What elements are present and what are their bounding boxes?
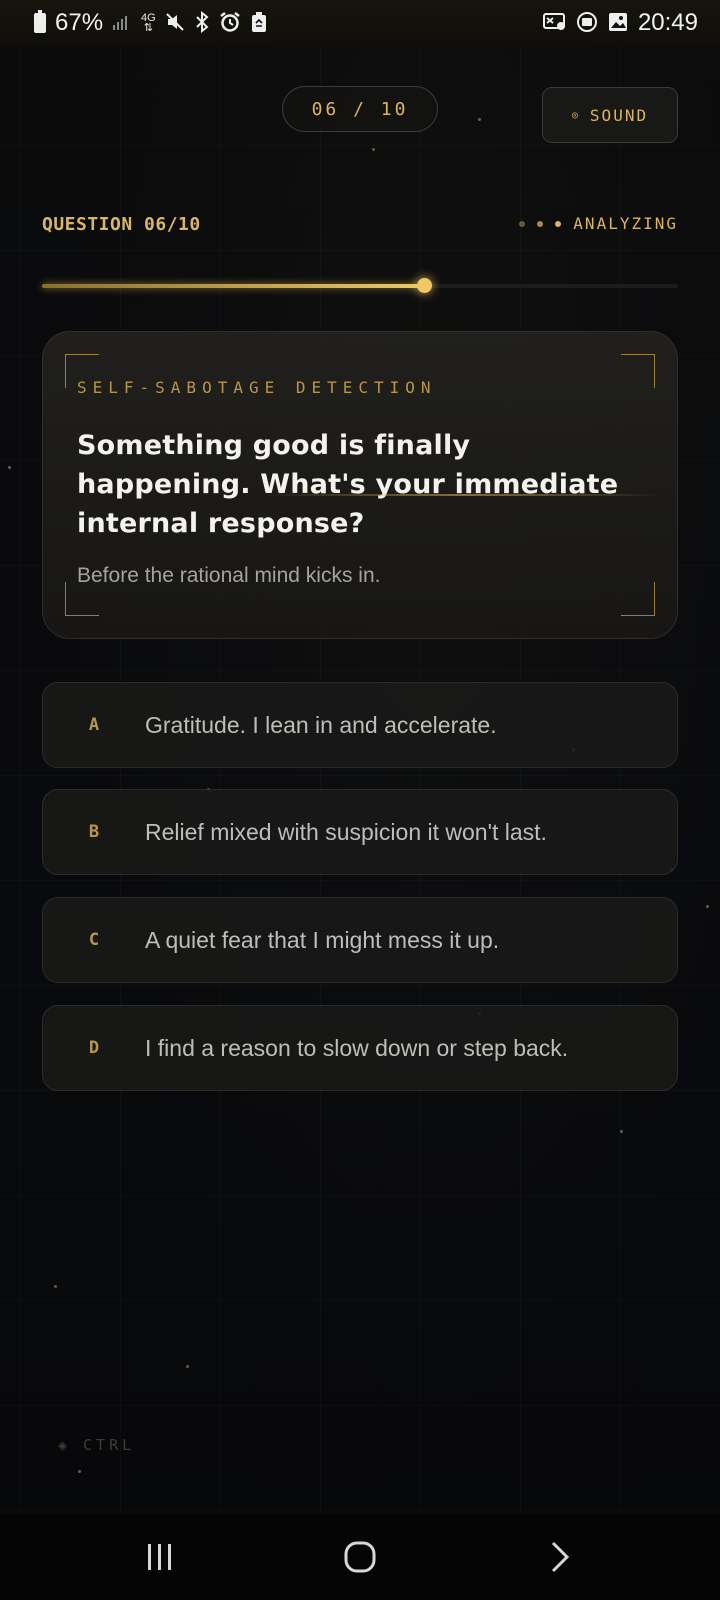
question-text: Something good is finally happening. Wha… [77,430,619,539]
progress-fill [42,284,424,288]
battery-icon [34,10,46,33]
option-text: I find a reason to slow down or step bac… [145,1034,569,1061]
network-4g-icon: 4G ⇅ [141,12,156,34]
recent-apps-icon [148,1544,171,1570]
star-dot [372,148,375,151]
ctrl-label: CTRL [83,1436,136,1454]
corner-bracket [621,582,655,616]
star-dot [478,118,481,121]
option-text: A quiet fear that I might mess it up. [145,926,500,953]
question-subtitle: Before the rational mind kicks in. [77,564,381,587]
clock: 20:49 [637,9,698,36]
option-letter: D [88,1038,100,1058]
star-dot [78,1470,81,1473]
option-letter: A [88,715,100,735]
analyzing-status: ANALYZING [519,214,678,233]
status-bar: 67% 4G ⇅ 20:49 [0,0,720,46]
mute-icon [165,12,185,35]
question-card: SELF-SABOTAGE DETECTION Something good i… [42,331,678,639]
recycle-battery-icon [250,11,268,36]
home-button[interactable] [320,1527,400,1587]
alarm-icon [219,11,241,36]
back-button[interactable] [520,1527,600,1587]
media-icon [576,11,598,36]
diamond-icon: ◈ [58,1436,72,1454]
star-dot [620,1130,623,1133]
home-icon [344,1541,376,1573]
question-counter: 06 / 10 [282,86,438,132]
gallery-icon [607,11,629,36]
sound-button[interactable]: ◎ SOUND [542,87,678,143]
loading-dots-icon [519,220,562,227]
option-letter: B [88,822,100,842]
navigation-bar [0,1514,720,1600]
option-text: Relief mixed with suspicion it won't las… [145,818,547,845]
star-dot [186,1365,189,1368]
star-dot [706,905,709,908]
sound-dot-icon: ◎ [571,109,580,121]
bluetooth-icon [194,10,210,36]
recent-apps-button[interactable] [120,1527,200,1587]
category-tag: SELF-SABOTAGE DETECTION [77,378,437,397]
option-a[interactable]: A Gratitude. I lean in and accelerate. [42,682,678,768]
signal-icon [112,13,132,34]
light-streak [263,494,663,496]
progress-track [42,278,678,293]
option-c[interactable]: C A quiet fear that I might mess it up. [42,897,678,983]
cast-settings-icon [542,12,567,35]
option-b[interactable]: B Relief mixed with suspicion it won't l… [42,789,678,875]
battery-level: 67% [55,9,104,36]
star-dot [54,1285,57,1288]
analyzing-label: ANALYZING [573,214,678,233]
sound-label: SOUND [589,105,649,125]
ctrl-toggle[interactable]: ◈ CTRL [58,1436,135,1454]
progress-knob [416,278,432,293]
chevron-right-icon [551,1541,570,1573]
corner-bracket [621,354,655,388]
star-dot [8,466,11,469]
option-d[interactable]: D I find a reason to slow down or step b… [42,1005,678,1091]
question-label: QUESTION 06/10 [42,214,201,235]
option-letter: C [88,930,100,950]
option-text: Gratitude. I lean in and accelerate. [145,711,497,738]
